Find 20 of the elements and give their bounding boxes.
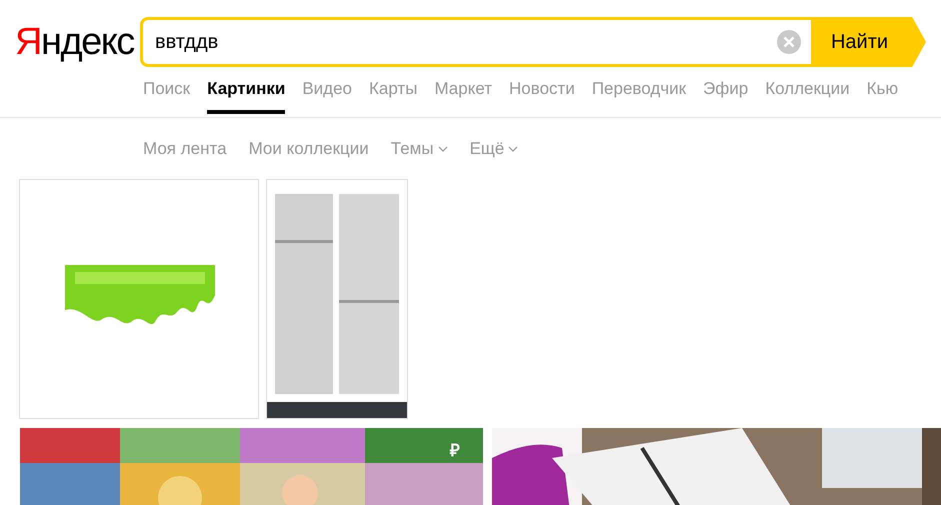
search-button[interactable]: Найти bbox=[811, 17, 926, 67]
logo[interactable]: Яндекс bbox=[15, 17, 140, 67]
nav-tab[interactable]: Поиск bbox=[143, 79, 190, 114]
dropdown-link[interactable]: Ещё bbox=[470, 130, 518, 168]
subnav-link[interactable]: Мои коллекции bbox=[248, 130, 369, 168]
nav-tab[interactable]: Маркет bbox=[434, 79, 492, 114]
dropdown-link[interactable]: Темы bbox=[390, 130, 448, 168]
caret-icon bbox=[508, 146, 518, 152]
nav-tab[interactable]: Переводчик bbox=[592, 79, 686, 114]
price-label: ₽ bbox=[450, 440, 460, 461]
nav-tab[interactable]: Новости bbox=[509, 79, 575, 114]
search-field[interactable]: ввтддв bbox=[140, 17, 811, 67]
nav-tab[interactable]: Эфир bbox=[703, 79, 748, 114]
caret-icon bbox=[438, 146, 448, 152]
nav-tab[interactable]: Кью bbox=[866, 79, 898, 114]
nav-tab[interactable]: Картинки bbox=[207, 79, 286, 114]
nav-tab[interactable]: Видео bbox=[302, 79, 352, 114]
nav-tab[interactable]: Коллекции bbox=[765, 79, 850, 114]
subnav-link[interactable]: Моя лента bbox=[143, 130, 227, 168]
nav-tab[interactable]: Карты bbox=[368, 79, 418, 114]
